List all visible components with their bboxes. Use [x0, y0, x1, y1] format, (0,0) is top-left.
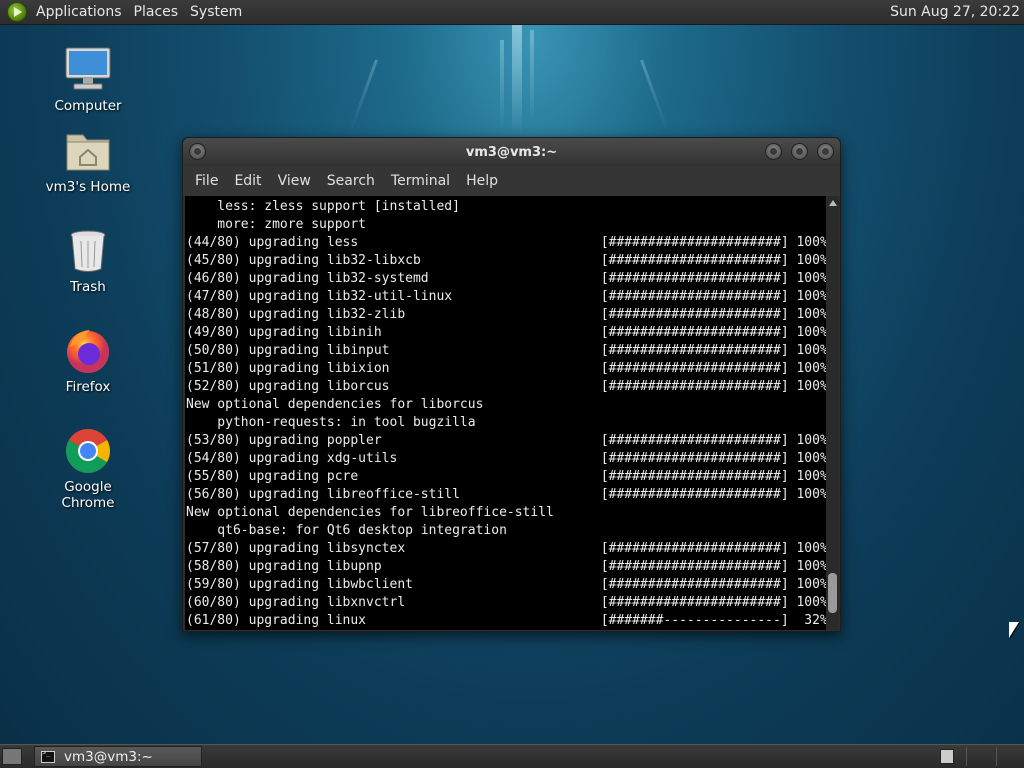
terminal-lines: less: zless support [installed] more: zm… [185, 196, 827, 630]
terminal-line: (47/80) upgrading lib32-util-linux [####… [186, 289, 827, 304]
terminal-line: (58/80) upgrading libupnp [#############… [186, 559, 827, 574]
wallpaper-light-streak [500, 40, 504, 130]
mouse-cursor-icon [1009, 622, 1019, 638]
top-panel: Applications Places System Sun Aug 27, 2… [0, 0, 1024, 25]
desktop-icon-home[interactable]: vm3's Home [38, 127, 138, 195]
terminal-line: New optional dependencies for libreoffic… [186, 505, 554, 520]
terminal-line: New optional dependencies for liborcus [186, 397, 484, 412]
wallpaper-light-streak [640, 59, 669, 131]
workspace-1[interactable] [940, 749, 954, 764]
terminal-line: (53/80) upgrading poppler [#############… [186, 433, 827, 448]
desktop-icon-label: vm3's Home [45, 179, 131, 195]
menu-terminal[interactable]: Terminal [383, 173, 458, 189]
terminal-icon [41, 749, 55, 763]
desktop-icon-trash[interactable]: Trash [38, 227, 138, 295]
home-folder-icon [64, 127, 112, 175]
desktop-icon-label: Firefox [65, 379, 111, 395]
terminal-line: (46/80) upgrading lib32-systemd [#######… [186, 271, 827, 286]
menu-edit[interactable]: Edit [226, 173, 269, 189]
close-icon[interactable] [817, 143, 834, 160]
taskbar-item-terminal[interactable]: vm3@vm3:~ [34, 746, 202, 767]
terminal-line: (55/80) upgrading pcre [################… [186, 469, 827, 484]
scrollbar-thumb[interactable] [828, 573, 837, 613]
terminal-line: (60/80) upgrading libxnvctrl [##########… [186, 595, 827, 610]
computer-icon [64, 46, 112, 94]
terminal-line: (45/80) upgrading lib32-libxcb [########… [186, 253, 827, 268]
workspace-3[interactable] [996, 747, 1022, 766]
terminal-line: python-requests: in tool bugzilla [186, 415, 476, 430]
wallpaper-light-streak [349, 59, 378, 131]
desktop-icon-label: Computer [54, 98, 122, 114]
menu-file[interactable]: File [187, 173, 226, 189]
taskbar-item-label: vm3@vm3:~ [64, 748, 153, 765]
trash-icon [64, 227, 112, 275]
desktop-icon-chrome[interactable]: Google Chrome [38, 427, 138, 511]
desktop-icon-label: Google Chrome [61, 479, 115, 511]
minimize-icon[interactable] [765, 143, 782, 160]
terminal-line: (50/80) upgrading libinput [############… [186, 343, 827, 358]
terminal-line: more: zmore support [186, 217, 367, 232]
terminal-line: (51/80) upgrading libixion [############… [186, 361, 827, 376]
desktop-icon-computer[interactable]: Computer [38, 46, 138, 114]
terminal-line: qt6-base: for Qt6 desktop integration [186, 523, 507, 538]
wallpaper-light-streak [530, 30, 534, 125]
clock[interactable]: Sun Aug 27, 20:22 [890, 4, 1020, 20]
menu-applications[interactable]: Applications [30, 4, 128, 20]
maximize-icon[interactable] [791, 143, 808, 160]
terminal-line: (54/80) upgrading xdg-utils [###########… [186, 451, 827, 466]
terminal-line: (57/80) upgrading libsynctex [##########… [186, 541, 827, 556]
desktop-icon-firefox[interactable]: Firefox [38, 327, 138, 395]
terminal-output[interactable]: less: zless support [installed] more: zm… [185, 196, 827, 630]
firefox-icon [64, 327, 112, 375]
terminal-scrollbar[interactable] [826, 196, 839, 630]
terminal-menubar: File Edit View Search Terminal Help [183, 166, 840, 196]
terminal-line: less: zless support [installed] [186, 199, 460, 214]
menu-system[interactable]: System [184, 4, 248, 20]
menu-search[interactable]: Search [319, 173, 383, 189]
window-menu-icon[interactable] [189, 143, 206, 160]
chrome-icon [64, 427, 112, 475]
menu-places[interactable]: Places [128, 4, 185, 20]
terminal-window[interactable]: vm3@vm3:~ File Edit View Search Terminal… [182, 137, 841, 632]
show-desktop-icon[interactable] [2, 748, 22, 765]
terminal-line: (61/80) upgrading linux [#######--------… [186, 613, 827, 628]
terminal-line: (52/80) upgrading liborcus [############… [186, 379, 827, 394]
scroll-up-arrow-icon[interactable] [829, 200, 837, 206]
menu-view[interactable]: View [270, 173, 319, 189]
terminal-line: (59/80) upgrading libwbclient [#########… [186, 577, 827, 592]
terminal-line: (56/80) upgrading libreoffice-still [###… [186, 487, 827, 502]
bottom-panel: vm3@vm3:~ [0, 744, 1024, 768]
window-titlebar[interactable]: vm3@vm3:~ [183, 138, 840, 166]
desktop-icon-label: Trash [70, 279, 106, 295]
wallpaper-light-streak [512, 25, 522, 135]
terminal-line: (49/80) upgrading libinih [#############… [186, 325, 827, 340]
distro-logo-icon[interactable] [7, 2, 27, 22]
workspace-2[interactable] [966, 747, 994, 766]
menu-help[interactable]: Help [458, 173, 506, 189]
window-title: vm3@vm3:~ [465, 144, 558, 160]
terminal-line: (44/80) upgrading less [################… [186, 235, 827, 250]
terminal-line: (48/80) upgrading lib32-zlib [##########… [186, 307, 827, 322]
